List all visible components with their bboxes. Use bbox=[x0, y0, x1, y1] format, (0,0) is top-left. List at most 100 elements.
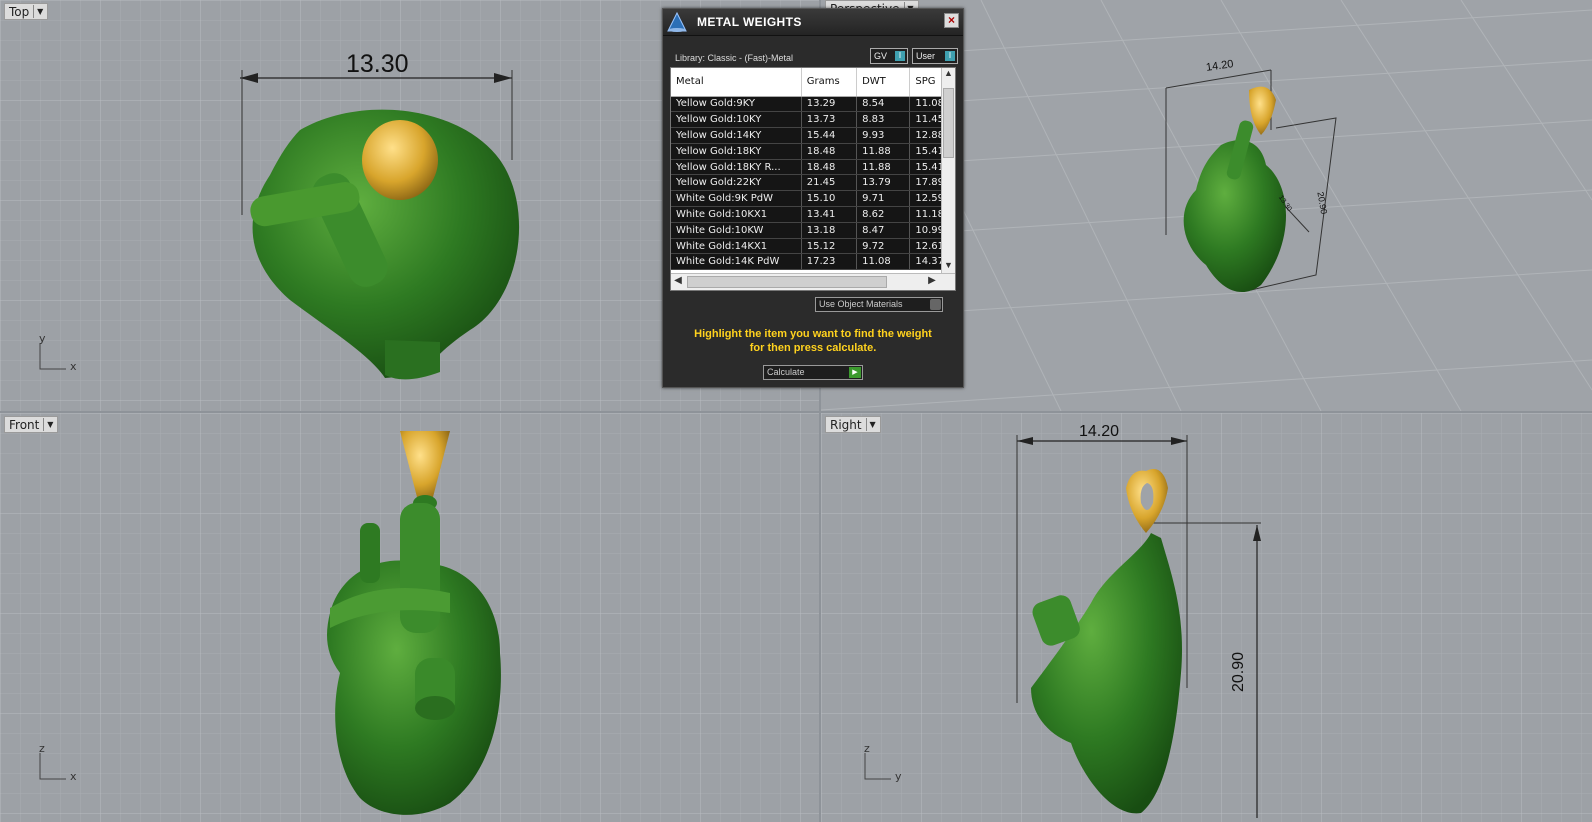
table-cell: 11.88 bbox=[856, 159, 911, 176]
use-object-materials-label: Use Object Materials bbox=[819, 299, 903, 309]
table-row[interactable]: White Gold:10KX1 13.41 8.62 11.18 bbox=[671, 206, 955, 223]
table-cell: 13.73 bbox=[801, 111, 858, 129]
table-cell: 13.29 bbox=[801, 96, 858, 113]
table-cell: 11.88 bbox=[856, 143, 911, 160]
table-row[interactable]: Yellow Gold:22KY 21.45 13.79 17.89 bbox=[671, 174, 955, 192]
axis-label-v: z bbox=[864, 742, 870, 755]
table-cell: Yellow Gold:18KY R... bbox=[671, 159, 802, 176]
chevron-down-icon[interactable]: ▼ bbox=[43, 418, 53, 431]
table-cell: 8.47 bbox=[856, 222, 911, 239]
table-cell: White Gold:10KW bbox=[671, 222, 802, 239]
table-header-row: Metal Grams DWT SPG bbox=[671, 68, 955, 97]
scroll-left-icon[interactable]: ◀ bbox=[671, 275, 685, 289]
scrollbar-thumb[interactable] bbox=[687, 276, 887, 288]
table-cell: 15.10 bbox=[801, 190, 858, 208]
column-header-metal[interactable]: Metal bbox=[671, 68, 802, 97]
axis-indicator: z x bbox=[36, 742, 77, 785]
table-row[interactable]: White Gold:10KW 13.18 8.47 10.99 bbox=[671, 222, 955, 239]
table-cell: 13.41 bbox=[801, 206, 858, 223]
viewport-label-top[interactable]: Top ▼ bbox=[4, 3, 49, 20]
metal-weights-dialog[interactable]: METAL WEIGHTS × Library: Classic - (Fast… bbox=[662, 8, 964, 388]
chevron-down-icon[interactable]: ▼ bbox=[33, 5, 43, 18]
table-cell: 17.23 bbox=[801, 253, 858, 271]
scroll-up-icon[interactable]: ▲ bbox=[942, 68, 955, 82]
instruction-line-2: for then press calculate. bbox=[749, 342, 877, 354]
table-row[interactable]: White Gold:14K PdW 17.23 11.08 14.37 bbox=[671, 253, 955, 271]
table-cell: 18.48 bbox=[801, 159, 858, 176]
instruction-text: Highlight the item you want to find the … bbox=[663, 327, 963, 355]
right-dimension-height: 20.90 bbox=[1230, 651, 1248, 693]
table-cell: Yellow Gold:22KY bbox=[671, 174, 802, 192]
right-view-model[interactable] bbox=[821, 413, 1592, 822]
table-cell: 8.62 bbox=[856, 206, 911, 223]
viewport-label-right[interactable]: Right ▼ bbox=[825, 416, 881, 433]
axis-label-v: z bbox=[39, 742, 45, 755]
axis-label-h: x bbox=[70, 360, 77, 373]
viewport-label-text: Front bbox=[9, 417, 40, 432]
table-vertical-scrollbar[interactable]: ▲ ▼ bbox=[941, 68, 955, 274]
app-logo-icon bbox=[667, 11, 687, 32]
table-cell: 11.08 bbox=[856, 253, 911, 271]
axis-label-v: y bbox=[39, 332, 46, 345]
table-cell: 15.44 bbox=[801, 127, 858, 144]
gv-toggle[interactable]: GV I bbox=[870, 48, 908, 64]
right-dimension-width: 14.20 bbox=[1079, 423, 1120, 440]
viewport-front[interactable]: Front ▼ z x bbox=[0, 413, 819, 822]
scroll-down-icon[interactable]: ▼ bbox=[942, 260, 955, 274]
table-row[interactable]: White Gold:9K PdW 15.10 9.71 12.59 bbox=[671, 190, 955, 208]
table-cell: 8.54 bbox=[856, 96, 911, 113]
scroll-right-icon[interactable]: ▶ bbox=[925, 275, 939, 289]
gear-icon bbox=[930, 299, 941, 310]
table-row[interactable]: Yellow Gold:18KY 18.48 11.88 15.41 bbox=[671, 143, 955, 160]
table-horizontal-scrollbar[interactable]: ◀ ▶ bbox=[671, 273, 955, 290]
axis-indicator: y x bbox=[36, 332, 77, 375]
instruction-line-1: Highlight the item you want to find the … bbox=[694, 328, 932, 340]
scrollbar-thumb[interactable] bbox=[943, 88, 954, 158]
table-row[interactable]: Yellow Gold:9KY 13.29 8.54 11.08 bbox=[671, 96, 955, 113]
user-toggle[interactable]: User I bbox=[912, 48, 958, 64]
viewport-label-text: Top bbox=[9, 4, 30, 19]
table-cell: 9.72 bbox=[856, 238, 911, 255]
gv-toggle-label: GV bbox=[874, 51, 888, 61]
table-cell: Yellow Gold:9KY bbox=[671, 96, 802, 113]
table-cell: 13.18 bbox=[801, 222, 858, 239]
viewport-label-front[interactable]: Front ▼ bbox=[4, 416, 59, 433]
calculate-button[interactable]: Calculate ▶ bbox=[763, 365, 863, 380]
table-cell: Yellow Gold:14KY bbox=[671, 127, 802, 144]
metal-table[interactable]: Metal Grams DWT SPG Yellow Gold:9KY 13.29… bbox=[670, 67, 956, 291]
toggle-indicator-icon: I bbox=[945, 51, 955, 61]
library-label: Library: Classic - (Fast)-Metal bbox=[675, 53, 794, 63]
table-cell: White Gold:9K PdW bbox=[671, 190, 802, 208]
use-object-materials-button[interactable]: Use Object Materials bbox=[815, 297, 943, 312]
table-cell: White Gold:10KX1 bbox=[671, 206, 802, 223]
table-cell: Yellow Gold:10KY bbox=[671, 111, 802, 129]
column-header-grams[interactable]: Grams bbox=[801, 68, 858, 97]
viewport-label-text: Right bbox=[830, 417, 862, 432]
dialog-titlebar[interactable]: METAL WEIGHTS × bbox=[663, 9, 963, 36]
axis-label-h: y bbox=[895, 770, 902, 783]
table-row[interactable]: Yellow Gold:10KY 13.73 8.83 11.45 bbox=[671, 111, 955, 129]
toggle-indicator-icon: I bbox=[895, 51, 905, 61]
axis-indicator: z y bbox=[861, 742, 902, 785]
front-view-model[interactable] bbox=[0, 413, 819, 822]
table-row[interactable]: White Gold:14KX1 15.12 9.72 12.61 bbox=[671, 238, 955, 255]
chevron-down-icon[interactable]: ▼ bbox=[865, 418, 876, 431]
play-arrow-icon: ▶ bbox=[849, 367, 861, 378]
table-row[interactable]: Yellow Gold:14KY 15.44 9.93 12.88 bbox=[671, 127, 955, 144]
table-row[interactable]: Yellow Gold:18KY R... 18.48 11.88 15.41 bbox=[671, 159, 955, 176]
table-cell: White Gold:14K PdW bbox=[671, 253, 802, 271]
column-header-dwt[interactable]: DWT bbox=[856, 68, 911, 97]
table-cell: 9.71 bbox=[856, 190, 911, 208]
table-cell: 8.83 bbox=[856, 111, 911, 129]
table-cell: Yellow Gold:18KY bbox=[671, 143, 802, 160]
table-cell: 13.79 bbox=[856, 174, 911, 192]
top-dimension-label: 13.30 bbox=[346, 50, 409, 78]
user-toggle-label: User bbox=[916, 51, 936, 61]
table-cell: White Gold:14KX1 bbox=[671, 238, 802, 255]
viewport-right[interactable]: 14.20 20.90 Right ▼ z y bbox=[821, 413, 1592, 822]
close-icon[interactable]: × bbox=[944, 13, 959, 28]
dialog-title: METAL WEIGHTS bbox=[697, 15, 802, 29]
axis-label-h: x bbox=[70, 770, 77, 783]
metal-table-grid: Metal Grams DWT SPG Yellow Gold:9KY 13.29… bbox=[671, 68, 955, 271]
table-cell: 15.12 bbox=[801, 238, 858, 255]
